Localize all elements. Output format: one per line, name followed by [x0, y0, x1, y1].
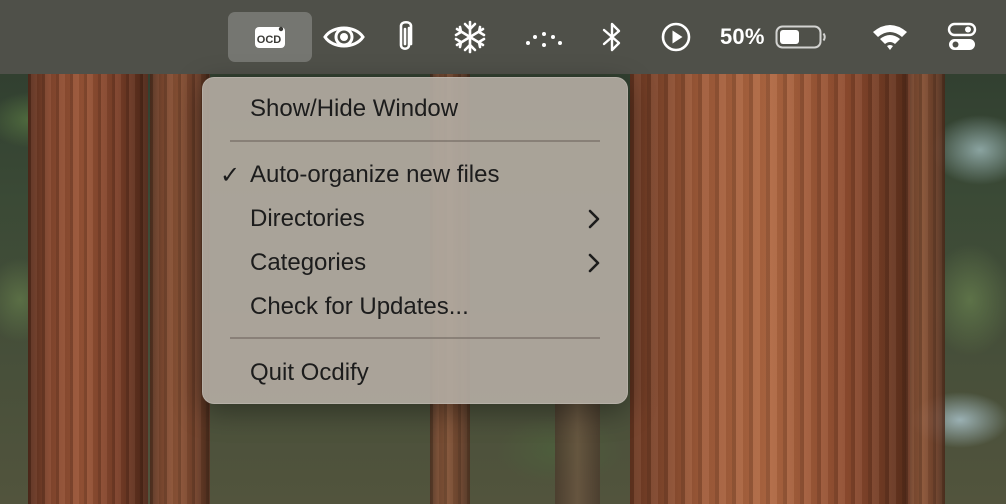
wallpaper-tree-trunk	[630, 0, 910, 504]
menu-separator	[230, 337, 600, 339]
menu-item-label: Categories	[250, 249, 367, 276]
ocdify-icon: OCD	[255, 26, 285, 48]
snowflake-status-item[interactable]	[446, 12, 494, 62]
battery-icon	[775, 25, 826, 49]
menu-item-label: Directories	[250, 205, 365, 232]
svg-text:OCD: OCD	[257, 34, 282, 46]
wallpaper-tree-trunk	[555, 400, 600, 504]
wifi-icon	[873, 25, 907, 50]
wallpaper-tree-trunk	[28, 0, 148, 504]
chevron-right-icon	[588, 209, 600, 229]
eye-icon	[323, 26, 365, 48]
menu-item-show-hide-window[interactable]: Show/Hide Window	[202, 89, 628, 129]
menu-item-label: Show/Hide Window	[250, 95, 459, 122]
battery-level-fill	[779, 30, 799, 44]
menu-item-label: Auto-organize new files	[250, 161, 500, 188]
chevron-right-icon	[588, 253, 600, 273]
eye-status-item[interactable]	[320, 12, 368, 62]
menu-bar: OCD 50%	[0, 0, 1006, 74]
checkmark-icon: ✓	[220, 161, 241, 189]
menu-item-label: Check for Updates...	[250, 293, 469, 320]
now-playing-status-item[interactable]	[654, 12, 698, 62]
menu-item-check-for-updates[interactable]: Check for Updates...	[202, 287, 628, 327]
paperclip-icon	[399, 20, 413, 51]
play-icon	[661, 22, 691, 52]
wallpaper-tree-trunk	[905, 0, 945, 504]
dots-icon	[526, 32, 562, 47]
wallpaper-tree-trunk	[150, 0, 210, 504]
control-center-status-item[interactable]	[938, 12, 986, 62]
control-center-icon	[947, 22, 977, 50]
clipboard-status-item[interactable]	[384, 12, 426, 62]
menu-separator	[230, 140, 600, 142]
ocdify-dropdown-menu: Show/Hide Window ✓ Auto-organize new fil…	[202, 77, 628, 404]
menu-item-auto-organize[interactable]: ✓ Auto-organize new files	[202, 155, 628, 195]
snowflake-icon	[454, 20, 486, 54]
bluetooth-icon	[602, 22, 621, 52]
dots-status-item[interactable]	[518, 12, 570, 62]
battery-percent: 50%	[720, 24, 765, 49]
menu-item-label: Quit Ocdify	[250, 359, 369, 386]
menu-item-categories[interactable]: Categories	[202, 243, 628, 283]
battery-status-item[interactable]: 50%	[720, 12, 838, 62]
bluetooth-status-item[interactable]	[594, 12, 630, 62]
wifi-status-item[interactable]	[866, 12, 914, 62]
menu-item-directories[interactable]: Directories	[202, 199, 628, 239]
ocdify-status-item[interactable]: OCD	[228, 12, 312, 62]
menu-item-quit[interactable]: Quit Ocdify	[202, 353, 628, 393]
